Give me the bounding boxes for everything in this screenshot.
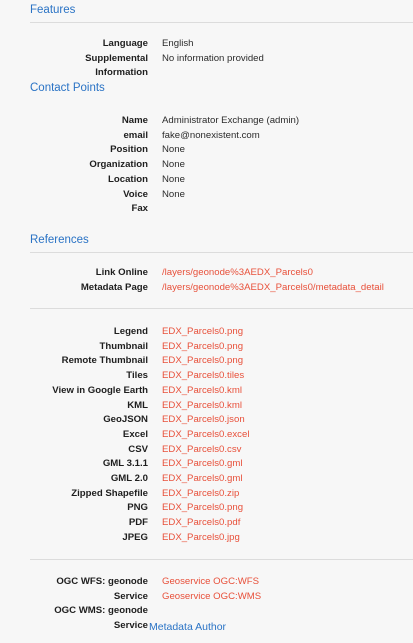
- row-label: CSV: [128, 443, 148, 455]
- row-label: PNG: [127, 502, 148, 514]
- row-value: Administrator Exchange (admin): [162, 115, 300, 126]
- service-row-wms-link: Service Geoservice OGC:WMS: [0, 590, 413, 605]
- contact-row-location: Location None: [0, 173, 413, 188]
- row-label: Service: [113, 590, 148, 602]
- download-row: Legend EDX_Parcels0.png: [0, 325, 413, 340]
- row-value: English: [162, 38, 194, 49]
- contact-row-organization: Organization None: [0, 158, 413, 173]
- download-row: View in Google Earth EDX_Parcels0.kml: [0, 384, 413, 399]
- metadata-author-heading[interactable]: Metadata Author: [149, 620, 226, 635]
- row-label: GML 2.0: [110, 473, 148, 484]
- references-heading[interactable]: References: [30, 234, 89, 246]
- download-link[interactable]: EDX_Parcels0.png: [162, 354, 243, 369]
- row-value: None: [162, 144, 185, 156]
- metadata-page-link[interactable]: /layers/geonode%3AEDX_Parcels0/metadata_…: [162, 281, 384, 296]
- download-link[interactable]: EDX_Parcels0.png: [162, 501, 243, 516]
- download-row: Zipped Shapefile EDX_Parcels0.zip: [0, 487, 413, 502]
- download-link[interactable]: EDX_Parcels0.jpg: [162, 531, 240, 546]
- row-label: Link Online: [95, 267, 148, 278]
- row-label: Organization: [89, 159, 148, 171]
- download-row: JPEG EDX_Parcels0.jpg: [0, 531, 413, 546]
- download-link[interactable]: EDX_Parcels0.json: [162, 413, 245, 428]
- download-link[interactable]: EDX_Parcels0.gml: [162, 457, 243, 472]
- row-label: Supplemental: [85, 52, 148, 64]
- row-label: Tiles: [126, 370, 148, 382]
- download-row: Tiles EDX_Parcels0.tiles: [0, 369, 413, 384]
- row-label: Information: [95, 67, 148, 79]
- download-row: Excel EDX_Parcels0.excel: [0, 428, 413, 443]
- row-label: Metadata Page: [80, 281, 148, 293]
- download-link[interactable]: EDX_Parcels0.kml: [162, 399, 242, 414]
- feature-row-supplemental: Supplemental No information provided: [0, 52, 413, 67]
- row-label: Location: [108, 173, 148, 185]
- row-label: KML: [127, 399, 148, 411]
- download-row: PNG EDX_Parcels0.png: [0, 501, 413, 516]
- download-row: Remote Thumbnail EDX_Parcels0.png: [0, 354, 413, 369]
- wfs-geoservice-link[interactable]: Geoservice OGC:WFS: [162, 575, 259, 590]
- wms-geoservice-link[interactable]: Geoservice OGC:WMS: [162, 590, 261, 605]
- contact-row-position: Position None: [0, 143, 413, 158]
- row-label: OGC WMS: geonode: [54, 605, 148, 617]
- download-row: Thumbnail EDX_Parcels0.png: [0, 340, 413, 355]
- download-row: KML EDX_Parcels0.kml: [0, 399, 413, 414]
- download-row: PDF EDX_Parcels0.pdf: [0, 516, 413, 531]
- downloads-divider: [30, 308, 413, 309]
- row-label: GML 3.1.1: [102, 458, 148, 470]
- row-label: Remote Thumbnail: [61, 355, 148, 367]
- download-link[interactable]: EDX_Parcels0.pdf: [162, 516, 240, 531]
- service-row-wms: OGC WMS: geonode: [0, 604, 413, 619]
- contact-row-voice: Voice None: [0, 188, 413, 203]
- row-label: Zipped Shapefile: [71, 487, 148, 499]
- download-row: CSV EDX_Parcels0.csv: [0, 443, 413, 458]
- row-value: None: [162, 173, 185, 185]
- download-link[interactable]: EDX_Parcels0.kml: [162, 384, 242, 399]
- reference-row-link-online: Link Online /layers/geonode%3AEDX_Parcel…: [0, 266, 413, 281]
- reference-row-metadata-page: Metadata Page /layers/geonode%3AEDX_Parc…: [0, 281, 413, 296]
- row-label: Language: [102, 38, 148, 49]
- service-row-wfs: OGC WFS: geonode Geoservice OGC:WFS: [0, 575, 413, 590]
- row-label: JPEG: [122, 531, 148, 543]
- row-label: OGC WFS: geonode: [56, 576, 148, 587]
- contact-row-fax: Fax: [0, 202, 413, 217]
- row-value: None: [162, 188, 185, 200]
- download-link[interactable]: EDX_Parcels0.zip: [162, 487, 239, 502]
- download-link[interactable]: EDX_Parcels0.tiles: [162, 369, 244, 384]
- row-value: fake@nonexistent.com: [162, 129, 260, 141]
- row-value: None: [162, 159, 185, 171]
- row-label: Legend: [113, 326, 148, 337]
- features-heading[interactable]: Features: [30, 4, 75, 16]
- row-label: Thumbnail: [99, 340, 149, 352]
- download-link[interactable]: EDX_Parcels0.png: [162, 325, 243, 340]
- contact-row-email: email fake@nonexistent.com: [0, 129, 413, 144]
- download-row: GML 2.0 EDX_Parcels0.gml: [0, 472, 413, 487]
- row-value: No information provided: [162, 52, 264, 64]
- download-link[interactable]: EDX_Parcels0.gml: [162, 472, 243, 487]
- row-label: Service: [113, 620, 148, 632]
- feature-row-language: Language English: [0, 37, 413, 52]
- features-divider: [30, 22, 413, 23]
- references-divider: [30, 252, 413, 253]
- feature-row-information: Information: [0, 66, 413, 81]
- download-row: GML 3.1.1 EDX_Parcels0.gml: [0, 457, 413, 472]
- row-label: Name: [121, 115, 148, 126]
- row-label: Excel: [122, 428, 148, 440]
- row-label: Voice: [123, 188, 148, 200]
- row-label: PDF: [128, 517, 148, 529]
- services-divider: [30, 559, 413, 560]
- metadata-detail-page: Features Language English Supplemental N…: [0, 0, 413, 643]
- row-label: GeoJSON: [103, 414, 148, 426]
- row-label: Fax: [131, 203, 148, 215]
- contact-row-name: Name Administrator Exchange (admin): [0, 114, 413, 129]
- download-link[interactable]: EDX_Parcels0.png: [162, 340, 243, 355]
- row-label: View in Google Earth: [52, 384, 148, 396]
- download-link[interactable]: EDX_Parcels0.excel: [162, 428, 249, 443]
- contact-points-heading[interactable]: Contact Points: [30, 82, 105, 94]
- link-online-link[interactable]: /layers/geonode%3AEDX_Parcels0: [162, 266, 313, 281]
- download-row: GeoJSON EDX_Parcels0.json: [0, 413, 413, 428]
- row-label: email: [123, 129, 148, 141]
- row-label: Position: [110, 144, 148, 156]
- download-link[interactable]: EDX_Parcels0.csv: [162, 443, 241, 458]
